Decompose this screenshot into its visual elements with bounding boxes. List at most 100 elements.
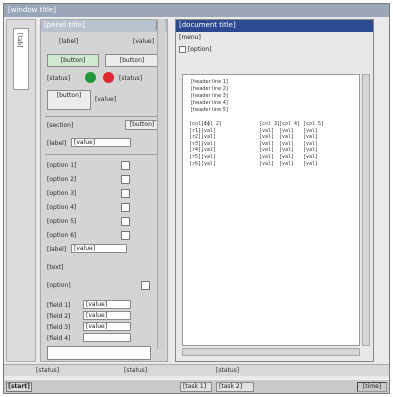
red-status-label: [status] bbox=[119, 75, 143, 82]
table-cell: [r4] bbox=[189, 147, 202, 154]
checkbox-1[interactable] bbox=[121, 161, 130, 170]
start-button[interactable]: [start] bbox=[6, 382, 32, 392]
table-cell: [val] bbox=[259, 134, 275, 141]
table-row: [r3][val] [val] [val] [val] bbox=[189, 141, 327, 148]
table-cell: [val] bbox=[303, 147, 319, 154]
taskbar-item-1[interactable]: [task 1] bbox=[180, 382, 212, 392]
document-option-checkbox[interactable] bbox=[179, 46, 186, 53]
table-cell: [val] bbox=[279, 160, 295, 167]
section-button[interactable]: [button] bbox=[125, 120, 159, 130]
document-option[interactable]: [option] bbox=[179, 46, 212, 53]
table-cell: [val] bbox=[303, 153, 319, 160]
green-status-dot[interactable] bbox=[85, 72, 96, 83]
input-label-4: [field 4] bbox=[47, 335, 71, 342]
table-cell: [col 2] bbox=[201, 121, 223, 127]
table-cell: [val] bbox=[303, 160, 319, 167]
table-cell: [val] bbox=[279, 134, 295, 141]
name-field[interactable]: [value] bbox=[71, 138, 131, 147]
table-cell: [val] bbox=[201, 134, 217, 141]
status-mid: [status] bbox=[124, 367, 148, 374]
window-title-bar: [window title] bbox=[4, 4, 389, 17]
table-cell: [col 4] bbox=[279, 121, 301, 127]
input-field-3[interactable]: [value] bbox=[83, 322, 131, 331]
green-status-label: [status] bbox=[47, 75, 71, 82]
table-row: [r1][val] [val] [val] [val] bbox=[189, 128, 327, 135]
checkbox-3[interactable] bbox=[121, 189, 130, 198]
checkbox-2[interactable] bbox=[121, 175, 130, 184]
table-cell: [r1] bbox=[189, 127, 202, 134]
name-label: [label] bbox=[47, 140, 67, 147]
table-cell: [val] bbox=[303, 140, 319, 147]
table-cell: [val] bbox=[279, 127, 295, 134]
document-window: [document title] [menu] [option] [header… bbox=[175, 19, 374, 362]
input-field-4[interactable] bbox=[83, 333, 131, 342]
auto-checkbox[interactable] bbox=[141, 281, 150, 290]
header-line: [header line 4] bbox=[191, 100, 228, 106]
document-menu[interactable]: [menu] bbox=[179, 34, 201, 41]
range-label: [label] bbox=[47, 246, 67, 253]
header-line: [header line 1] bbox=[191, 79, 228, 85]
table-cell: [col 1] bbox=[189, 121, 211, 127]
table-row: [r2][val] [val] [val] [val] bbox=[189, 134, 327, 141]
table-row: [r5][val] [val] [val] [val] bbox=[189, 154, 327, 161]
table-cell: [val] bbox=[259, 147, 275, 154]
table-row: [r4][val] [val] [val] [val] bbox=[189, 147, 327, 154]
table-cell: [val] bbox=[201, 140, 217, 147]
checkbox-6[interactable] bbox=[121, 231, 130, 240]
section-label: [section] bbox=[47, 122, 74, 129]
document-horizontal-scrollbar[interactable] bbox=[182, 348, 360, 356]
table-cell: [val] bbox=[279, 140, 295, 147]
panel-scrollbar[interactable] bbox=[157, 19, 165, 349]
table-cell: [r6] bbox=[189, 160, 202, 167]
application-window: [window title] [tab] [panel title] × [la… bbox=[3, 3, 390, 394]
status-left: [status] bbox=[36, 367, 60, 374]
red-status-dot[interactable] bbox=[103, 72, 114, 83]
table-cell: [val] bbox=[201, 160, 217, 167]
table-cell: [val] bbox=[279, 147, 295, 154]
document-vertical-scrollbar[interactable] bbox=[362, 74, 370, 346]
checkbox-4[interactable] bbox=[121, 203, 130, 212]
input-label-1: [field 1] bbox=[47, 302, 71, 309]
checkbox-5[interactable] bbox=[121, 217, 130, 226]
header-line: [header line 2] bbox=[191, 86, 228, 92]
table-row: [r6][val] [val] [val] [val] bbox=[189, 161, 327, 168]
table-cell: [val] bbox=[259, 160, 275, 167]
table-cell: [val] bbox=[303, 127, 319, 134]
row1-value: [value] bbox=[133, 38, 155, 45]
range-field[interactable]: [value] bbox=[71, 244, 127, 253]
table-cell: [val] bbox=[279, 153, 295, 160]
header-line: [header line 3] bbox=[191, 93, 228, 99]
header-line: [header line 5] bbox=[191, 107, 228, 113]
status-bar: [status] [status] [status] bbox=[4, 364, 389, 376]
side-tab[interactable]: [tab] bbox=[13, 28, 29, 90]
document-title: [document title] bbox=[176, 20, 373, 32]
table-cell: [val] bbox=[201, 153, 217, 160]
check-label-1: [option 1] bbox=[47, 162, 77, 169]
table-cell: [val] bbox=[303, 134, 319, 141]
left-action-button[interactable]: [button] bbox=[47, 54, 99, 67]
document-page: [header line 1] [header line 2] [header … bbox=[182, 74, 360, 346]
data-table: [col 1][col 2] [col 3][col 4] [col 5] [r1][… bbox=[189, 121, 327, 167]
right-action-button[interactable]: [button] bbox=[105, 54, 159, 67]
notes-area[interactable] bbox=[47, 346, 151, 360]
table-cell: [val] bbox=[259, 153, 275, 160]
taskbar-item-2[interactable]: [task 2] bbox=[216, 382, 254, 392]
auto-option-label: [option] bbox=[47, 282, 71, 289]
check-label-4: [option 4] bbox=[47, 204, 77, 211]
row1-label: [label] bbox=[59, 38, 79, 45]
control-panel: [panel title] × [label] [value] [button]… bbox=[40, 19, 168, 362]
small-option-button[interactable]: [button] bbox=[47, 90, 91, 110]
check-label-5: [option 5] bbox=[47, 218, 77, 225]
divider bbox=[45, 154, 163, 155]
document-option-label: [option] bbox=[187, 46, 212, 53]
input-label-2: [field 2] bbox=[47, 313, 71, 320]
small-option-value: [value] bbox=[95, 96, 117, 103]
check-label-2: [option 2] bbox=[47, 176, 77, 183]
table-cell: [val] bbox=[201, 147, 217, 154]
input-field-2[interactable]: [value] bbox=[83, 311, 131, 320]
table-cell: [r5] bbox=[189, 153, 202, 160]
input-field-1[interactable]: [value] bbox=[83, 300, 131, 309]
table-cell: [r3] bbox=[189, 140, 202, 147]
table-cell: [col 5] bbox=[303, 121, 325, 127]
table-header-row: [col 1][col 2] [col 3][col 4] [col 5] bbox=[189, 121, 327, 128]
